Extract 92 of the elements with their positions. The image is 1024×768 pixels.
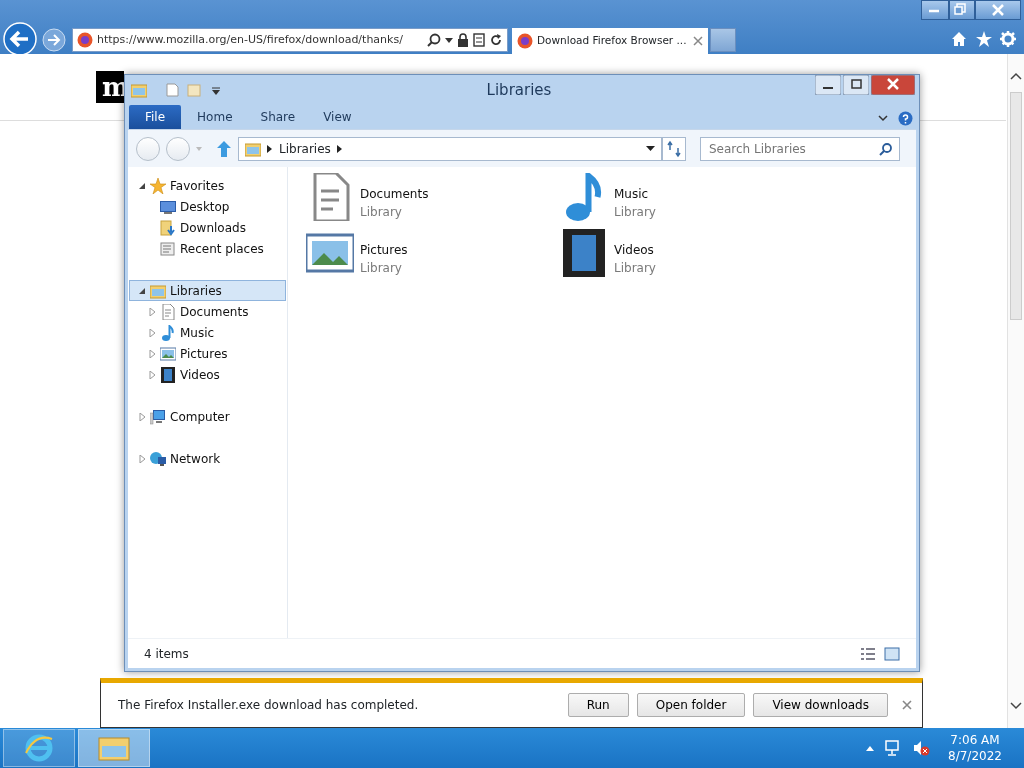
collapsed-arrow-icon[interactable] — [138, 412, 146, 421]
up-arrow-icon[interactable] — [216, 139, 232, 158]
item-name[interactable]: Videos — [614, 241, 656, 259]
expanded-arrow-icon[interactable] — [138, 286, 146, 295]
nav-item[interactable]: Downloads — [129, 217, 286, 238]
monitor-icon — [160, 198, 176, 215]
nav-item[interactable]: Favorites — [129, 175, 286, 196]
chevron-icon[interactable] — [267, 144, 273, 153]
item-name[interactable]: Documents — [360, 185, 429, 203]
download-action-button[interactable]: Open folder — [636, 693, 746, 717]
file-menu-button[interactable]: File — [129, 105, 182, 129]
folder-icon — [98, 734, 130, 762]
lock-icon[interactable] — [457, 33, 469, 47]
folder-download-icon — [160, 219, 176, 236]
network-status-icon[interactable] — [884, 739, 902, 757]
maximize-icon[interactable] — [843, 75, 869, 95]
scroll-up-icon[interactable] — [1010, 72, 1022, 80]
nav-item[interactable]: Recent places — [129, 238, 286, 259]
collapsed-arrow-icon[interactable] — [148, 349, 156, 358]
address-bar[interactable]: https://www.mozilla.org/en-US/firefox/download/thanks/ — [72, 28, 508, 52]
forward-icon[interactable] — [42, 28, 66, 52]
music-note-icon — [160, 324, 176, 341]
nav-item[interactable]: Documents — [129, 301, 286, 322]
nav-item[interactable]: Pictures — [129, 343, 286, 364]
scrollbar-thumb[interactable] — [1010, 92, 1022, 320]
chevron-icon[interactable] — [336, 144, 343, 153]
large-icons-view-icon[interactable] — [884, 646, 900, 661]
item-type: Library — [614, 260, 656, 277]
expanded-arrow-icon[interactable] — [138, 181, 146, 190]
item-type: Library — [360, 204, 403, 221]
scroll-down-icon[interactable] — [1010, 702, 1022, 710]
search-field[interactable]: Search Libraries — [701, 139, 879, 158]
picture-icon — [160, 345, 176, 362]
window-title: Libraries — [485, 79, 553, 101]
close-icon[interactable] — [871, 75, 915, 95]
ribbon-tab[interactable]: Home — [185, 105, 245, 129]
document-icon — [160, 303, 176, 320]
breadcrumb-item[interactable]: Libraries — [279, 139, 331, 158]
nav-item[interactable]: Desktop — [129, 196, 286, 217]
nav-item[interactable]: Music — [129, 322, 286, 343]
browser-icon — [24, 733, 54, 763]
item-name[interactable]: Music — [614, 185, 656, 203]
ribbon-tab[interactable]: View — [311, 105, 364, 129]
network-icon — [150, 450, 166, 467]
download-action-button[interactable]: View downloads — [753, 693, 888, 717]
search-icon[interactable] — [879, 141, 893, 156]
clock-date[interactable]: 8/7/2022 — [940, 748, 1010, 764]
search-icon[interactable] — [427, 33, 441, 47]
library-folder-icon — [131, 82, 147, 98]
ribbon-tab[interactable]: Share — [248, 105, 308, 129]
search-box[interactable]: Search Libraries — [700, 136, 900, 161]
library-folder-icon — [150, 282, 166, 299]
star-icon — [150, 177, 166, 194]
computer-icon — [150, 408, 166, 425]
caret-icon[interactable] — [211, 87, 221, 97]
browser-tab[interactable]: Download Firefox Browser ... — [512, 28, 708, 54]
close-icon[interactable] — [902, 700, 912, 710]
clock-time[interactable]: 7:06 AM — [940, 732, 1010, 748]
expand-ribbon-icon[interactable] — [878, 114, 888, 123]
favorites-star-icon[interactable] — [976, 31, 992, 47]
back-icon[interactable] — [3, 22, 37, 56]
volume-muted-icon[interactable] — [912, 739, 930, 757]
url-text: https://www.mozilla.org/en-US/firefox/download/thanks/ — [97, 31, 404, 48]
item-type: Library — [360, 260, 403, 277]
tray-expand-icon[interactable] — [866, 745, 874, 751]
nav-item[interactable]: Network — [129, 448, 286, 469]
taskbar-button[interactable] — [3, 729, 75, 767]
address-field[interactable]: Libraries — [238, 136, 662, 161]
collapsed-arrow-icon[interactable] — [148, 307, 156, 316]
close-icon[interactable] — [693, 36, 703, 46]
collapsed-arrow-icon[interactable] — [138, 454, 146, 463]
dropdown-icon[interactable] — [646, 145, 655, 152]
minimize-icon[interactable] — [815, 75, 841, 95]
nav-item[interactable]: Libraries — [129, 280, 286, 301]
nav-item[interactable]: Videos — [129, 364, 286, 385]
collapsed-arrow-icon[interactable] — [148, 370, 156, 379]
details-view-icon[interactable] — [860, 646, 876, 661]
item-type: Library — [614, 204, 656, 221]
settings-icon[interactable] — [1000, 31, 1016, 47]
library-film-icon — [560, 229, 608, 277]
status-text: 4 items — [144, 645, 189, 663]
tab-title: Download Firefox Browser ... — [537, 33, 688, 49]
caret-icon[interactable] — [445, 36, 453, 44]
item-name[interactable]: Pictures — [360, 241, 408, 259]
help-icon[interactable] — [898, 111, 913, 126]
library-folder-icon — [245, 140, 261, 157]
film-icon — [160, 366, 176, 383]
home-icon[interactable] — [951, 31, 967, 47]
nav-item[interactable]: Computer — [129, 406, 286, 427]
download-action-button[interactable]: Run — [567, 693, 629, 717]
download-message: The Firefox Installer.exe download has completed. — [118, 697, 420, 714]
collapsed-arrow-icon[interactable] — [148, 328, 156, 337]
